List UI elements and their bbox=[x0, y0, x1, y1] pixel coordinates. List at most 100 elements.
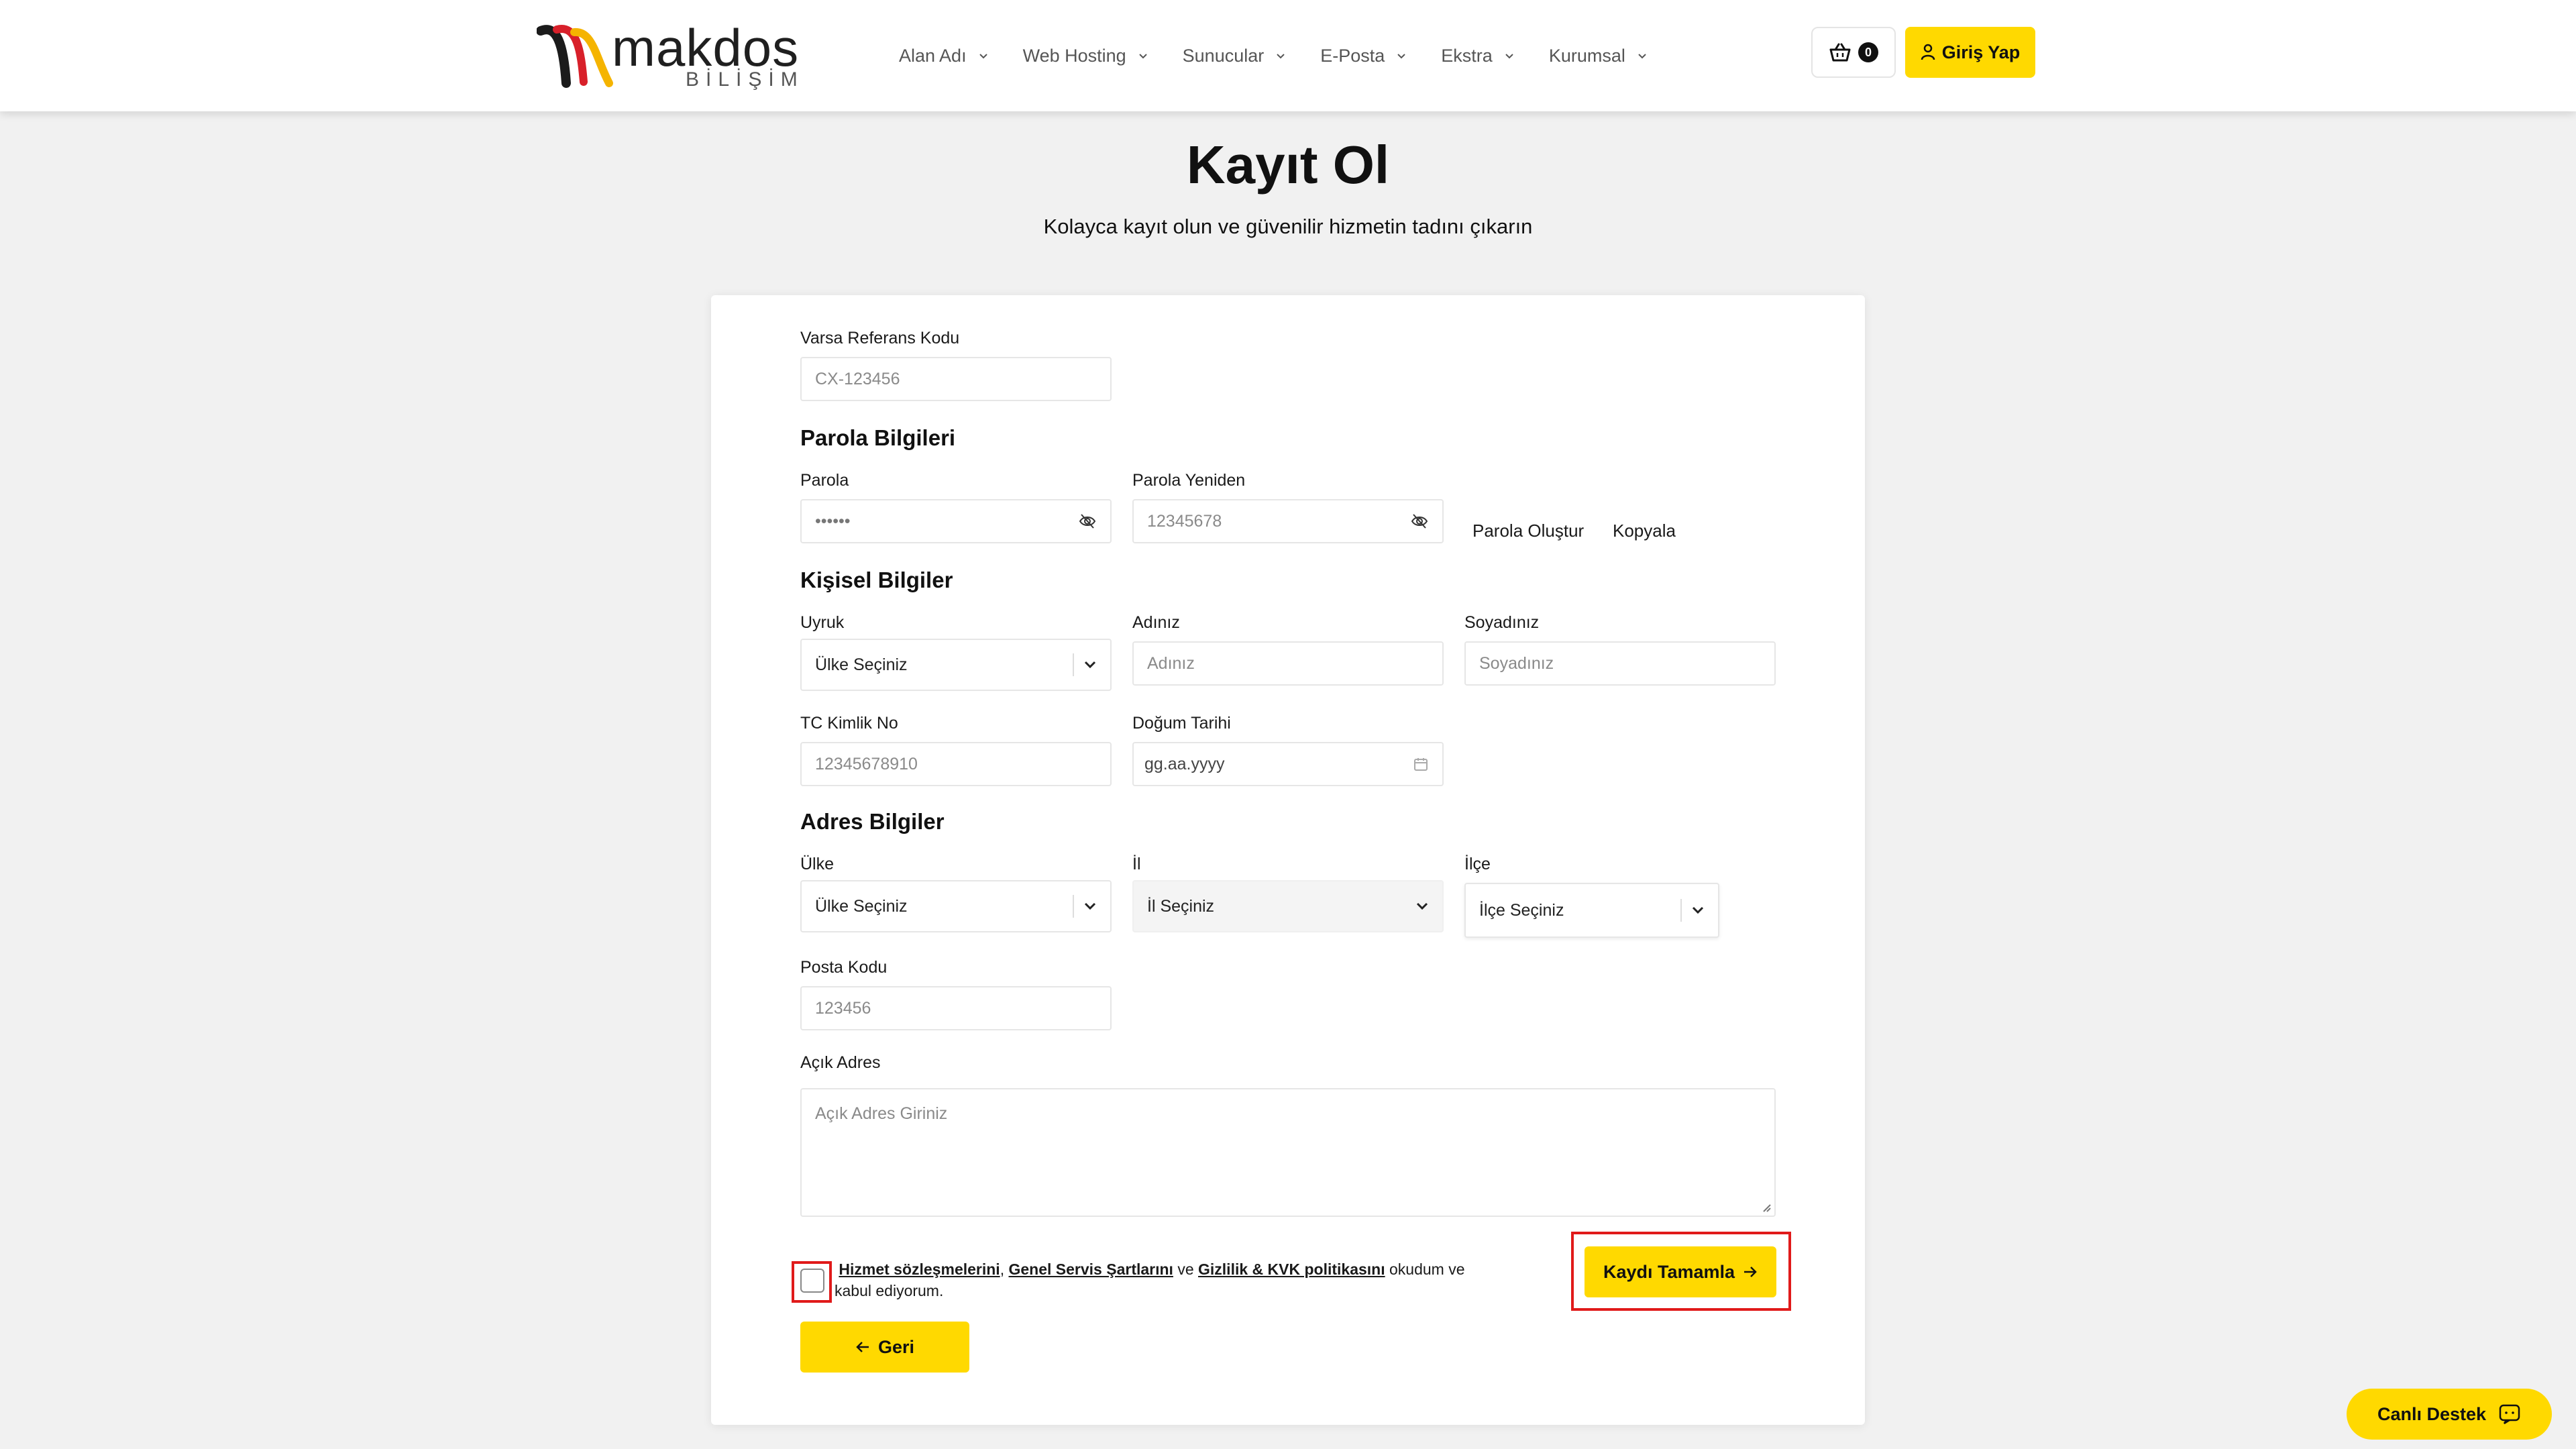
nav-item-web-hosting[interactable]: Web Hosting bbox=[1023, 39, 1148, 72]
address-label: Açık Adres bbox=[800, 1053, 881, 1072]
complete-registration-button[interactable]: Kaydı Tamamla bbox=[1585, 1246, 1776, 1297]
chat-icon bbox=[2499, 1404, 2520, 1425]
personal-section-title: Kişisel Bilgiler bbox=[800, 568, 953, 592]
district-label: İlçe bbox=[1464, 855, 1491, 873]
country-label: Ülke bbox=[800, 855, 835, 873]
last-name-placeholder: Soyadınız bbox=[1479, 653, 1554, 673]
cart-button[interactable]: 0 bbox=[1811, 27, 1896, 78]
brand-logo[interactable]: makdos BİLİŞİM bbox=[537, 17, 798, 91]
chevron-down-icon bbox=[1084, 661, 1096, 669]
terms-text: Hizmet sözleşmelerini, Genel Servis Şart… bbox=[835, 1258, 1479, 1301]
live-support-button[interactable]: Canlı Destek bbox=[2347, 1389, 2552, 1440]
site-header: makdos BİLİŞİM Alan Adı Web Hosting Sunu… bbox=[0, 0, 2576, 111]
password-repeat-placeholder: 12345678 bbox=[1147, 511, 1222, 531]
select-divider bbox=[1073, 653, 1074, 676]
nationality-select[interactable]: Ülke Seçiniz bbox=[800, 639, 1112, 691]
chevron-down-icon bbox=[979, 54, 987, 59]
chevron-down-icon bbox=[1138, 54, 1147, 59]
live-support-label: Canlı Destek bbox=[2377, 1403, 2487, 1424]
main-nav: Alan Adı Web Hosting Sunucular E-Posta E… bbox=[899, 39, 1682, 72]
nav-item-sunucular[interactable]: Sunucular bbox=[1183, 39, 1286, 72]
chevron-down-icon bbox=[1416, 902, 1428, 910]
password-repeat-label: Parola Yeniden bbox=[1132, 471, 1246, 490]
registration-form-card: Varsa Referans Kodu CX-123456 Parola Bil… bbox=[711, 295, 1865, 1425]
page-title: Kayıt Ol bbox=[1186, 135, 1390, 195]
first-name-label: Adınız bbox=[1132, 613, 1180, 632]
password-label: Parola bbox=[800, 471, 849, 490]
chevron-down-icon bbox=[1277, 54, 1285, 59]
privacy-policy-link[interactable]: Gizlilik & KVK politikasını bbox=[1198, 1260, 1385, 1278]
birth-date-input[interactable]: gg.aa.yyyy bbox=[1132, 742, 1444, 786]
brand-subtitle: BİLİŞİM bbox=[686, 68, 804, 91]
back-button[interactable]: Geri bbox=[800, 1322, 969, 1373]
arrow-right-icon bbox=[1744, 1267, 1757, 1277]
page-subtitle: Kolayca kayıt olun ve güvenilir hizmetin… bbox=[1043, 215, 1533, 238]
terms-separator: , bbox=[1000, 1260, 1009, 1278]
calendar-icon[interactable] bbox=[1413, 756, 1429, 772]
tc-no-label: TC Kimlik No bbox=[800, 714, 898, 733]
login-button-label: Giriş Yap bbox=[1941, 42, 2021, 62]
city-select[interactable]: İl Seçiniz bbox=[1132, 880, 1444, 932]
chevron-down-icon bbox=[1084, 902, 1096, 910]
city-label: İl bbox=[1132, 855, 1141, 873]
password-repeat-input[interactable]: 12345678 bbox=[1132, 499, 1444, 543]
user-icon bbox=[1921, 44, 1935, 60]
address-section-title: Adres Bilgiler bbox=[800, 809, 945, 834]
nav-item-label: E-Posta bbox=[1320, 45, 1385, 66]
nav-item-kurumsal[interactable]: Kurumsal bbox=[1549, 39, 1647, 72]
nav-item-label: Sunucular bbox=[1182, 45, 1265, 66]
first-name-input[interactable]: Adınız bbox=[1132, 641, 1444, 686]
postal-code-placeholder: 123456 bbox=[815, 998, 871, 1018]
back-button-label: Geri bbox=[877, 1336, 915, 1357]
district-selected-value: İlçe Seçiniz bbox=[1479, 900, 1564, 920]
select-divider bbox=[1680, 899, 1682, 922]
arrow-left-icon bbox=[856, 1342, 869, 1352]
login-button[interactable]: Giriş Yap bbox=[1905, 27, 2035, 78]
address-textarea[interactable]: Açık Adres Giriniz bbox=[800, 1088, 1776, 1217]
nav-item-label: Alan Adı bbox=[899, 45, 967, 66]
password-value: •••••• bbox=[815, 511, 851, 531]
nav-item-ekstra[interactable]: Ekstra bbox=[1441, 39, 1514, 72]
last-name-label: Soyadınız bbox=[1464, 613, 1540, 632]
chevron-down-icon bbox=[1505, 54, 1513, 59]
cart-count-badge: 0 bbox=[1858, 42, 1878, 62]
referral-code-placeholder: CX-123456 bbox=[815, 369, 900, 388]
terms-separator: ve bbox=[1173, 1260, 1199, 1278]
nationality-label: Uyruk bbox=[800, 613, 845, 632]
nav-item-label: Ekstra bbox=[1441, 45, 1493, 66]
nav-item-alan-adi[interactable]: Alan Adı bbox=[899, 39, 988, 72]
city-selected-value: İl Seçiniz bbox=[1147, 896, 1215, 916]
referral-code-input[interactable]: CX-123456 bbox=[800, 357, 1112, 401]
general-terms-link[interactable]: Genel Servis Şartlarını bbox=[1008, 1260, 1173, 1278]
generate-password-button[interactable]: Parola Oluştur bbox=[1472, 521, 1584, 541]
referral-code-label: Varsa Referans Kodu bbox=[800, 329, 960, 347]
country-selected-value: Ülke Seçiniz bbox=[815, 896, 908, 916]
select-divider bbox=[1073, 895, 1074, 918]
complete-registration-label: Kaydı Tamamla bbox=[1603, 1261, 1735, 1282]
last-name-input[interactable]: Soyadınız bbox=[1464, 641, 1776, 686]
tc-no-placeholder: 12345678910 bbox=[815, 754, 918, 773]
service-agreements-link[interactable]: Hizmet sözleşmelerini bbox=[839, 1260, 1000, 1278]
resize-handle-icon[interactable] bbox=[1761, 1202, 1772, 1213]
terms-checkbox[interactable] bbox=[800, 1269, 824, 1293]
password-input[interactable]: •••••• bbox=[800, 499, 1112, 543]
eye-off-icon[interactable] bbox=[1078, 512, 1097, 531]
nav-item-label: Kurumsal bbox=[1548, 45, 1625, 66]
brand-logo-mark-icon bbox=[537, 25, 613, 88]
nationality-selected-value: Ülke Seçiniz bbox=[815, 655, 908, 674]
basket-icon bbox=[1829, 43, 1851, 62]
birth-date-placeholder: gg.aa.yyyy bbox=[1144, 754, 1225, 773]
birth-date-label: Doğum Tarihi bbox=[1132, 714, 1231, 733]
chevron-down-icon bbox=[1692, 906, 1704, 914]
eye-off-icon[interactable] bbox=[1410, 512, 1429, 531]
tc-no-input[interactable]: 12345678910 bbox=[800, 742, 1112, 786]
nav-item-label: Web Hosting bbox=[1022, 45, 1126, 66]
postal-code-input[interactable]: 123456 bbox=[800, 986, 1112, 1030]
password-section-title: Parola Bilgileri bbox=[800, 425, 956, 450]
district-select[interactable]: İlçe Seçiniz bbox=[1464, 883, 1719, 938]
country-select[interactable]: Ülke Seçiniz bbox=[800, 880, 1112, 932]
chevron-down-icon bbox=[1638, 54, 1646, 59]
chevron-down-icon bbox=[1397, 54, 1406, 59]
copy-password-button[interactable]: Kopyala bbox=[1613, 521, 1676, 541]
nav-item-e-posta[interactable]: E-Posta bbox=[1320, 39, 1406, 72]
